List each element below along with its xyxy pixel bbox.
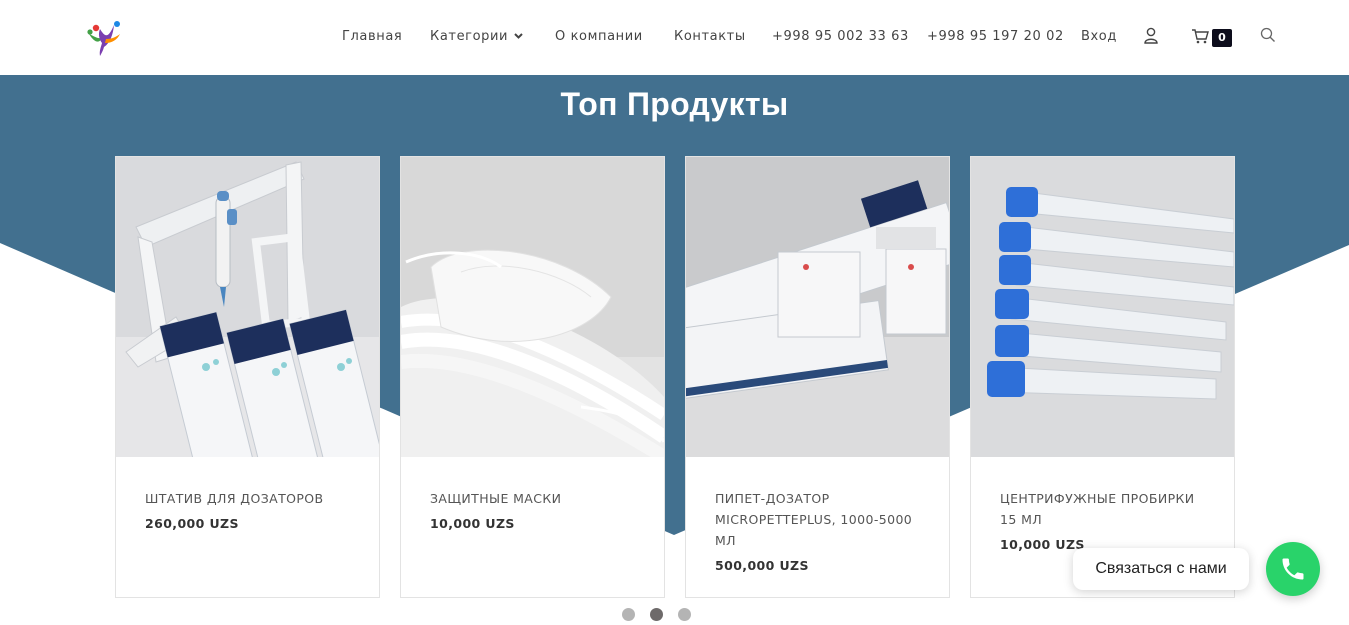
nav-categories[interactable]: Категории xyxy=(430,29,523,45)
product-image[interactable] xyxy=(116,157,379,457)
product-name[interactable]: ШТАТИВ ДЛЯ ДОЗАТОРОВ xyxy=(145,491,324,506)
product-card[interactable]: ЗАЩИТНЫЕ МАСКИ 10,000 UZS xyxy=(400,156,665,598)
cart-count-badge: 0 xyxy=(1212,29,1232,47)
product-image[interactable] xyxy=(971,157,1234,457)
carousel-dot-2[interactable] xyxy=(650,608,663,621)
product-image[interactable] xyxy=(686,157,949,457)
nav-login[interactable]: Вход xyxy=(1081,29,1117,45)
carousel-dot-3[interactable] xyxy=(678,608,691,621)
nav-about[interactable]: О компании xyxy=(555,29,643,45)
nav-contacts[interactable]: Контакты xyxy=(674,29,746,45)
main-nav: Главная Категории О компании Контакты +9… xyxy=(0,0,1349,75)
product-price: 500,000 UZS xyxy=(715,558,809,573)
nav-phone-2[interactable]: +998 95 197 20 02 xyxy=(927,29,1064,45)
product-card[interactable]: ЦЕНТРИФУЖНЫЕ ПРОБИРКИ 15 МЛ 10,000 UZS xyxy=(970,156,1235,598)
product-info: ШТАТИВ ДЛЯ ДОЗАТОРОВ 260,000 UZS xyxy=(145,488,350,534)
site-header: Главная Категории О компании Контакты +9… xyxy=(0,0,1349,75)
search-icon[interactable] xyxy=(1260,27,1280,47)
product-info: ПИПЕТ-ДОЗАТОР MICROPETTEPLUS, 1000-5000 … xyxy=(715,488,920,576)
product-card[interactable]: ШТАТИВ ДЛЯ ДОЗАТОРОВ 260,000 UZS xyxy=(115,156,380,598)
product-info: ЗАЩИТНЫЕ МАСКИ 10,000 UZS xyxy=(430,488,635,534)
nav-categories-label: Категории xyxy=(430,29,509,44)
product-price: 260,000 UZS xyxy=(145,516,239,531)
nav-home[interactable]: Главная xyxy=(342,29,402,45)
product-image[interactable] xyxy=(401,157,664,457)
carousel-dot-1[interactable] xyxy=(622,608,635,621)
product-name[interactable]: ПИПЕТ-ДОЗАТОР MICROPETTEPLUS, 1000-5000 … xyxy=(715,491,912,548)
chevron-down-icon xyxy=(514,33,523,39)
product-info: ЦЕНТРИФУЖНЫЕ ПРОБИРКИ 15 МЛ 10,000 UZS xyxy=(1000,488,1205,555)
section-title: Топ Продукты xyxy=(560,86,789,122)
product-name[interactable]: ЦЕНТРИФУЖНЫЕ ПРОБИРКИ 15 МЛ xyxy=(1000,491,1195,527)
nav-phone-1[interactable]: +998 95 002 33 63 xyxy=(772,29,909,45)
contact-button[interactable] xyxy=(1266,542,1320,596)
phone-icon xyxy=(1282,558,1304,580)
user-icon[interactable] xyxy=(1143,27,1163,47)
product-card[interactable]: ПИПЕТ-ДОЗАТОР MICROPETTEPLUS, 1000-5000 … xyxy=(685,156,950,598)
product-name[interactable]: ЗАЩИТНЫЕ МАСКИ xyxy=(430,491,561,506)
product-price: 10,000 UZS xyxy=(430,516,515,531)
cart-icon[interactable] xyxy=(1191,27,1211,47)
contact-label[interactable]: Связаться с нами xyxy=(1073,548,1249,590)
